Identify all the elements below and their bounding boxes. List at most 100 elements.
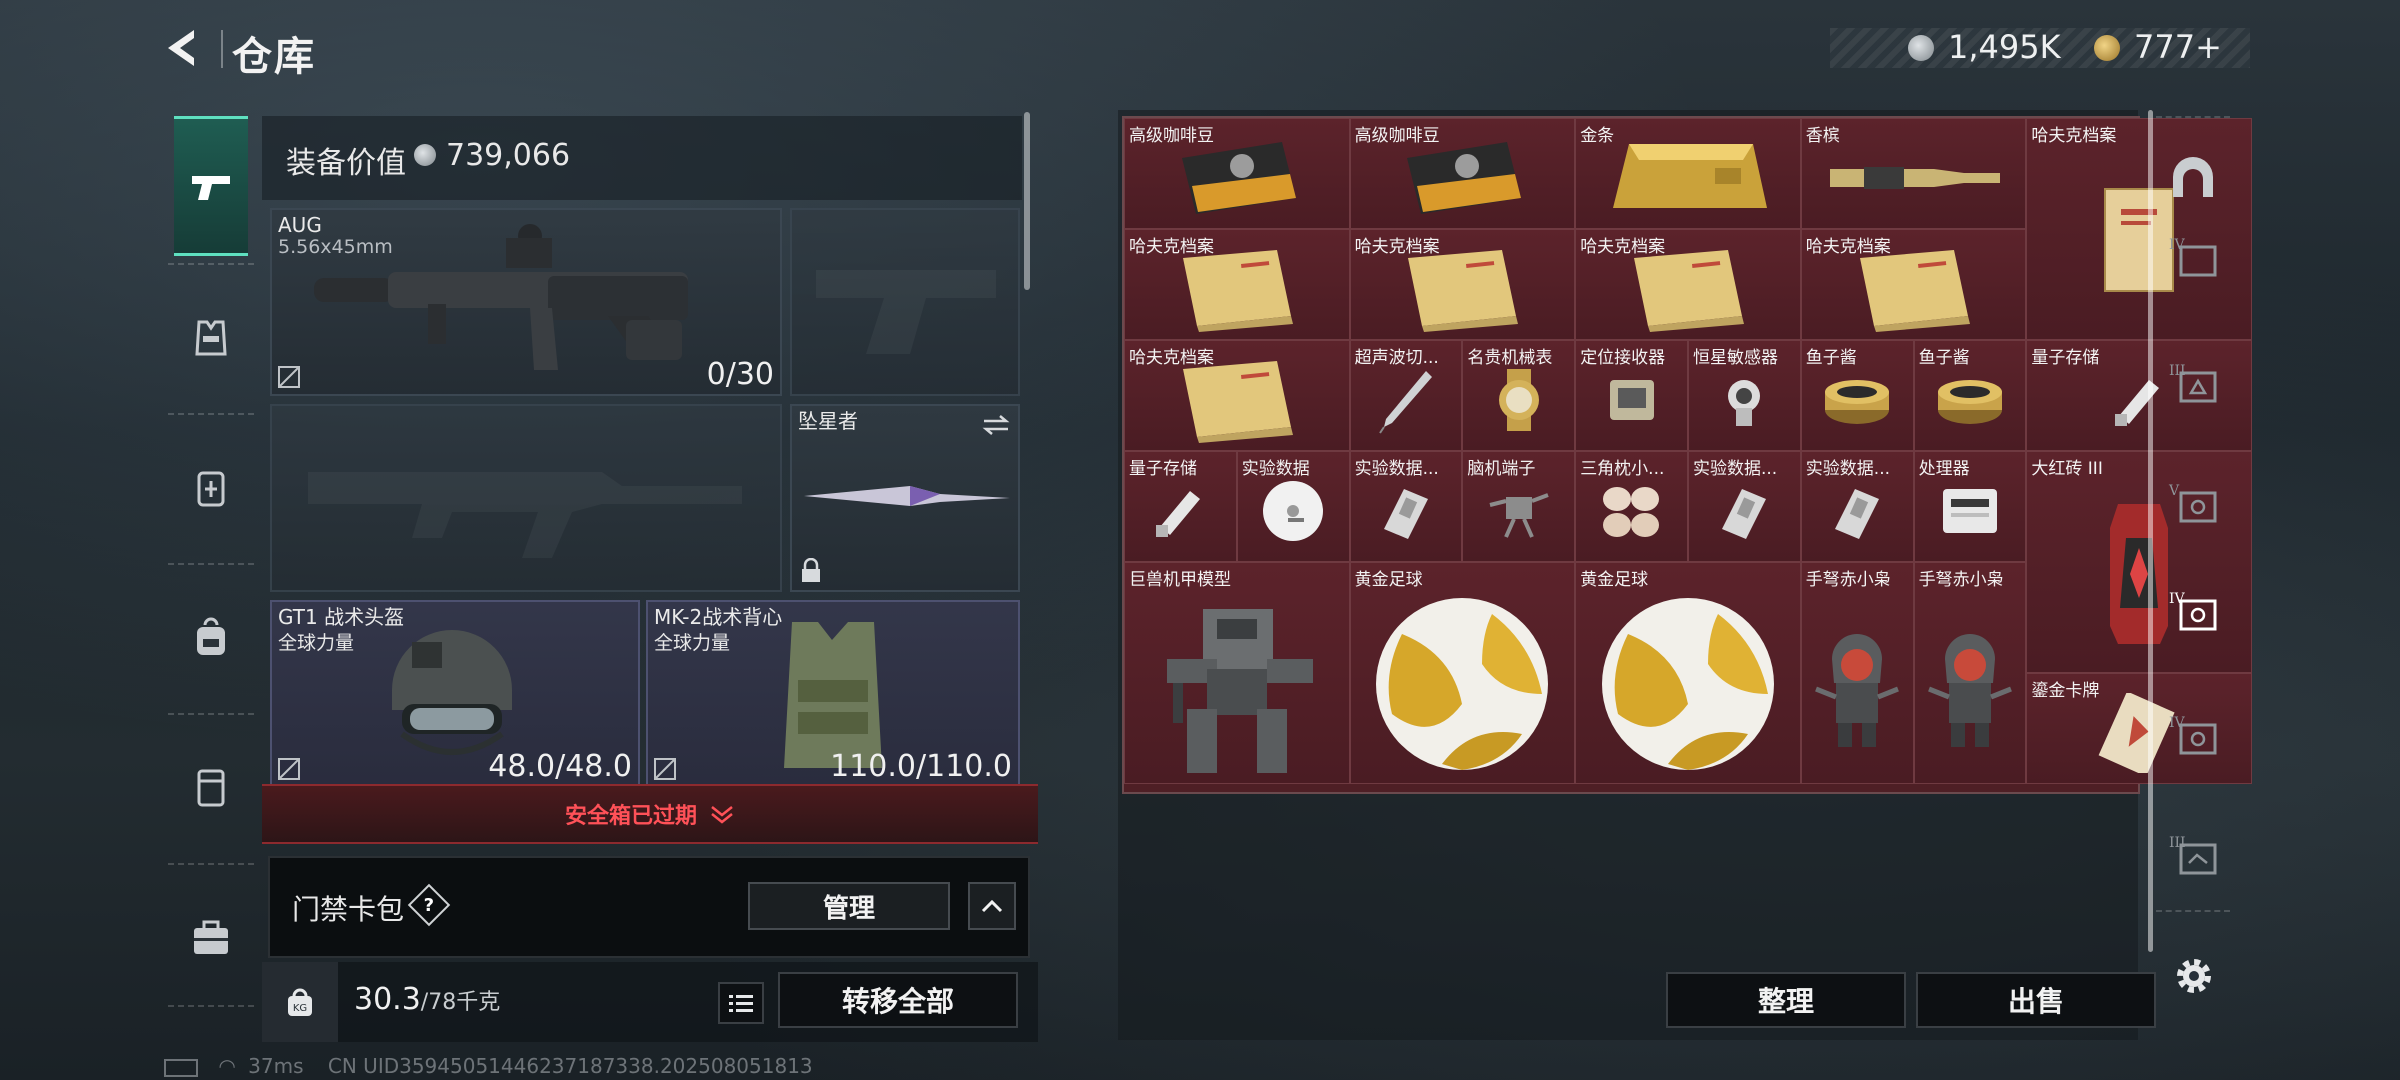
carry-weight-current: 30.3	[354, 982, 421, 1017]
silver-balance: 1,495K	[1948, 28, 2061, 66]
helmet-slot[interactable]: GT1 战术头盔 全球力量 48.0/48.0	[270, 600, 640, 788]
ball-icon	[1372, 594, 1552, 778]
nav-safebox[interactable]	[174, 868, 248, 1008]
stash-page-3b-tab[interactable]: III	[2158, 820, 2228, 890]
caviar-icon	[1935, 370, 2005, 434]
loadout-scrollbar[interactable]	[1024, 112, 1030, 290]
help-icon[interactable]: ?	[407, 883, 451, 927]
stash-item[interactable]: 哈夫克档案	[1575, 229, 1801, 340]
safebox-expired-bar[interactable]: 安全箱已过期	[262, 784, 1038, 844]
sensor-icon	[1712, 368, 1776, 436]
stash-item[interactable]: 实验数据...	[1688, 451, 1801, 562]
primary-weapon-slot[interactable]: AUG 5.56x45mm 0/30	[270, 208, 782, 396]
stash-item[interactable]: 超声波切...	[1349, 340, 1463, 451]
caviar-icon	[1822, 370, 1892, 434]
device-icon	[1600, 368, 1664, 436]
mech-icon	[1147, 589, 1327, 783]
nav-chest-rig[interactable]	[174, 418, 248, 558]
nav-backpack[interactable]	[174, 568, 248, 708]
keycard-pack-label: 门禁卡包	[292, 893, 405, 926]
gold-balance[interactable]: 777+	[2134, 28, 2222, 66]
aug-rifle-icon	[314, 224, 688, 370]
stash-item-name: 量子存储	[1129, 459, 1197, 479]
disc-icon	[1258, 476, 1328, 550]
stash-item[interactable]: 实验数据...	[1800, 451, 1914, 562]
stash-item-name: 手弩赤小枭	[1918, 570, 2004, 590]
stash-item[interactable]: 高级咖啡豆	[1349, 118, 1576, 229]
briefcase-icon	[194, 920, 228, 954]
stash-item-name: 定位接收器	[1580, 348, 1666, 368]
equipment-value-label: 装备价值	[286, 146, 406, 181]
stash-item-name: 黄金足球	[1354, 570, 1423, 590]
armor-vest-slot[interactable]: MK-2战术背心 全球力量 110.0/110.0	[646, 600, 1020, 788]
armor-vest-durability: 110.0/110.0	[830, 749, 1012, 784]
stash-item[interactable]: 巨兽机甲模型	[1124, 562, 1350, 784]
stash-page-4b-tab-active[interactable]: IV	[2158, 576, 2228, 646]
manage-button[interactable]: 管理	[748, 882, 950, 930]
swap-icon[interactable]	[982, 414, 1010, 436]
stash-item[interactable]: 哈夫克档案	[1800, 229, 2027, 340]
stash-page-4a-tab[interactable]: IV	[2158, 222, 2228, 292]
stash-item-name: 黄金足球	[1580, 570, 1649, 590]
stash-item[interactable]: 金条	[1575, 118, 1801, 229]
stash-item[interactable]: 哈夫克档案	[1124, 229, 1350, 340]
stash-item[interactable]: 手弩赤小枭	[1800, 562, 1914, 784]
helmet-tag: 全球力量	[278, 632, 355, 654]
collapse-button[interactable]	[968, 882, 1016, 930]
stash-item[interactable]: 实验数据	[1236, 451, 1350, 562]
pistol-placeholder-icon	[816, 270, 996, 354]
stash-item-name: 实验数据...	[1693, 459, 1778, 479]
help-icon-glyph: ?	[423, 894, 435, 916]
nav-pouch[interactable]	[174, 718, 248, 858]
stash-item[interactable]: 哈夫克档案	[1349, 229, 1576, 340]
silver-coin-icon	[414, 144, 436, 166]
sell-button[interactable]: 出售	[1916, 972, 2156, 1028]
stash-item[interactable]: 脑机端子	[1462, 451, 1576, 562]
svg-text:III: III	[2169, 363, 2186, 379]
stash-item[interactable]: 鱼子酱	[1800, 340, 1914, 451]
nav-vest[interactable]	[174, 268, 248, 408]
transfer-all-button[interactable]: 转移全部	[778, 972, 1018, 1028]
keycard-pack-panel: 门禁卡包 ? 管理	[268, 856, 1030, 958]
settings-gear-icon[interactable]	[2170, 952, 2218, 1000]
stash-item[interactable]: 香槟	[1800, 118, 2027, 229]
stash-item-name: 实验数据...	[1805, 459, 1891, 479]
sort-button[interactable]: 整理	[1666, 972, 1906, 1028]
stash-item[interactable]: 实验数据...	[1349, 451, 1463, 562]
list-view-button[interactable]	[718, 982, 764, 1024]
secondary-weapon-slot-empty[interactable]	[270, 404, 782, 592]
stash-item[interactable]: 名贵机械表	[1462, 340, 1576, 451]
stash-item-name: 鱼子酱	[1805, 348, 1857, 368]
stash-item[interactable]: 量子存储	[1124, 451, 1237, 562]
stash-item[interactable]: 处理器	[1913, 451, 2027, 562]
stash-page-3a-tab[interactable]: III	[2158, 348, 2228, 418]
stash-item[interactable]: 恒星敏感器	[1688, 340, 1801, 451]
stash-page-4c-tab[interactable]: IV	[2158, 700, 2228, 770]
stash-item[interactable]: 三角枕小...	[1575, 451, 1688, 562]
folder-icon	[1177, 357, 1297, 447]
stash-item[interactable]: 哈夫克档案	[1124, 340, 1350, 451]
stash-page-5-tab[interactable]: V	[2158, 468, 2228, 538]
chest-rig-icon	[197, 471, 225, 507]
stash-item-name: 三角枕小...	[1580, 459, 1665, 479]
uid-text: CN UID35945051446237187338.202508051813	[327, 1054, 813, 1078]
stash-item[interactable]: 鱼子酱	[1913, 340, 2027, 451]
pistol-icon	[192, 176, 230, 200]
carry-weight-row: KG 30.3/78千克 转移全部	[262, 962, 1038, 1042]
stash-item[interactable]: 定位接收器	[1575, 340, 1688, 451]
stash-item[interactable]: 手弩赤小枭	[1913, 562, 2027, 784]
stash-home-tab[interactable]	[2158, 142, 2228, 212]
equipment-value-row: 装备价值 739,066	[262, 116, 1022, 200]
lock-icon	[802, 558, 820, 582]
sidearm-slot-empty[interactable]	[790, 208, 1020, 396]
nav-weapons[interactable]	[174, 116, 248, 256]
stash-item[interactable]: 黄金足球	[1349, 562, 1576, 784]
silver-coin-icon	[1908, 35, 1934, 61]
drive-icon	[1712, 479, 1776, 547]
stash-item[interactable]: 高级咖啡豆	[1124, 118, 1350, 229]
svg-text:IV: IV	[2169, 591, 2186, 607]
melee-slot[interactable]: 坠星者	[790, 404, 1020, 592]
battery-icon	[164, 1058, 198, 1077]
stash-item[interactable]: 黄金足球	[1575, 562, 1801, 784]
back-arrow-icon[interactable]	[160, 26, 204, 70]
